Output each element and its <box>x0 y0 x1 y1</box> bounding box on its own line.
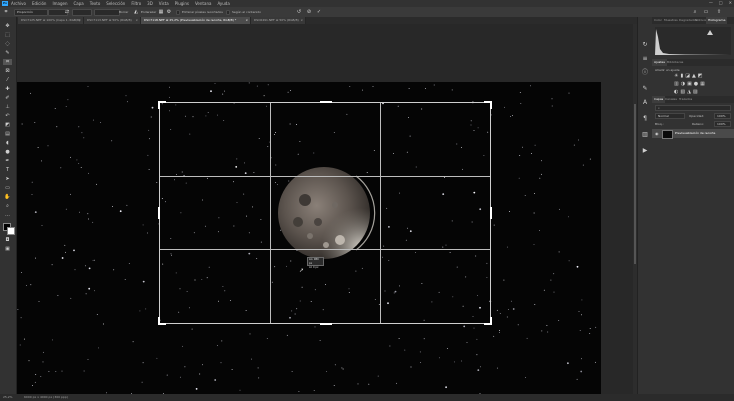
grid-line-h1 <box>160 176 490 177</box>
crop-handle-left[interactable] <box>158 207 160 219</box>
visibility-eye-icon[interactable]: ◉ <box>655 131 659 136</box>
libraries-icon[interactable]: ▥ <box>641 131 649 139</box>
crop-handle-top[interactable] <box>320 101 332 103</box>
fill-label: Relleno: <box>692 122 705 126</box>
status-bar: 25,2% 6000 px x 4000 px (300 ppp) <box>0 394 734 401</box>
layer-filter[interactable]: ⌕ <box>655 105 731 111</box>
adjustments-title: Añadir un ajuste <box>655 68 680 72</box>
histogram-panel-tabs: Color Muestras Degradados Motivos Histog… <box>652 17 734 24</box>
properties-panel-icon[interactable]: ≡ <box>641 55 649 63</box>
right-panels: Color Muestras Degradados Motivos Histog… <box>652 17 734 394</box>
zoom-level[interactable]: 25,2% <box>3 394 13 401</box>
document-size: 6000 px x 4000 px (300 ppp) <box>24 395 68 399</box>
layer-thumbnail <box>662 130 673 139</box>
opacity-label: Opacidad: <box>689 114 705 118</box>
scroll-thumb[interactable] <box>634 104 636 264</box>
crop-handle-bottom-right-v[interactable] <box>490 317 492 325</box>
layers-panel-tabs: Capas Canales Trazados <box>652 96 734 103</box>
crop-handle-bottom-left-v[interactable] <box>158 317 160 325</box>
blend-mode-select[interactable]: Normal <box>655 113 685 119</box>
adjustment-icons-row2[interactable]: ▥◑▣●▦ <box>674 81 707 87</box>
adjustment-icons-row3[interactable]: ◐▧◮▨ <box>674 89 700 95</box>
fill-input[interactable]: 100% <box>714 121 731 127</box>
crop-handle-right[interactable] <box>490 207 492 219</box>
grid-line-v2 <box>380 103 381 323</box>
crop-handle-top-right-v[interactable] <box>490 101 492 109</box>
adjustments-panel-tabs: Ajustes Bibliotecas <box>652 59 734 66</box>
actions-panel-icon[interactable]: ▶ <box>641 147 649 155</box>
cursor-pointer-icon: ➚ <box>299 267 305 274</box>
histogram-graph <box>655 27 731 55</box>
info-panel-icon[interactable]: ⓘ <box>641 69 649 77</box>
crop-size-tooltip: An: 980 px Al: 0 px <box>307 257 324 269</box>
layer-row[interactable]: ◉ Previsualización de recorte <box>652 129 734 139</box>
panel-dock: ↻ ≡ ⓘ ✎ A ¶ ▥ ▶ <box>637 17 653 394</box>
tab-trazados[interactable]: Trazados <box>677 96 694 103</box>
paragraph-panel-icon[interactable]: ¶ <box>641 115 649 123</box>
grid-line-v1 <box>270 103 271 323</box>
tab-histograma[interactable]: Histograma <box>706 17 728 24</box>
history-panel-icon[interactable]: ↻ <box>641 41 649 49</box>
layer-name[interactable]: Previsualización de recorte <box>675 131 715 135</box>
crop-handle-top-left-v[interactable] <box>158 101 160 109</box>
character-panel-icon[interactable]: A <box>641 99 649 107</box>
lock-label: Bloq.: <box>655 122 664 126</box>
crop-handle-bottom[interactable] <box>320 323 332 325</box>
tab-bibliotecas[interactable]: Bibliotecas <box>665 59 685 66</box>
crop-box[interactable] <box>158 101 492 325</box>
grid-line-h2 <box>160 249 490 250</box>
opacity-input[interactable]: 100% <box>714 113 731 119</box>
brush-settings-icon[interactable]: ✎ <box>641 85 649 93</box>
adjustment-icons-row1[interactable]: ☀▮◪▲◩ <box>674 73 705 79</box>
